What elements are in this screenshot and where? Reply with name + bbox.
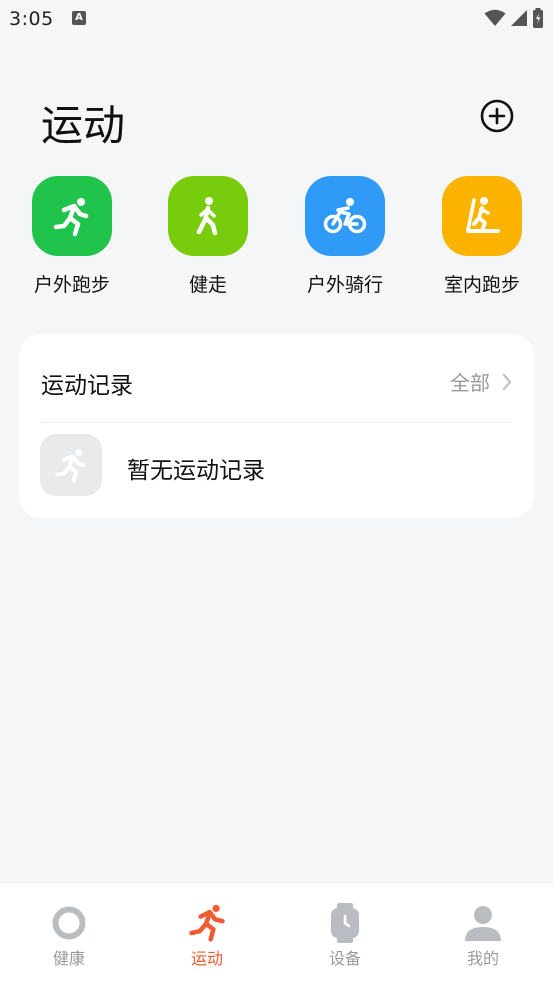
running-icon bbox=[55, 449, 86, 483]
view-all-label: 全部 bbox=[450, 371, 490, 395]
wifi-icon bbox=[484, 9, 506, 26]
view-all-records-link[interactable]: 全部 bbox=[450, 367, 512, 396]
cycling-icon bbox=[323, 198, 367, 234]
status-time: 3:05 bbox=[9, 8, 54, 30]
sport-outdoor-run[interactable]: 户外跑步 bbox=[12, 176, 132, 297]
sport-icon-background bbox=[168, 176, 248, 256]
nav-label: 运动 bbox=[190, 949, 223, 968]
bottom-navigation: 健康 运动 设备 我的 bbox=[0, 882, 553, 984]
running-icon bbox=[187, 903, 227, 943]
sport-icon-background bbox=[442, 176, 522, 256]
sport-walking[interactable]: 健走 bbox=[148, 176, 268, 297]
divider bbox=[41, 422, 512, 423]
add-sport-button[interactable] bbox=[480, 99, 514, 133]
exercise-records-card: 运动记录 全部 暂无运动记录 bbox=[19, 334, 534, 518]
empty-record-icon-background bbox=[40, 434, 102, 496]
nav-tab-sports[interactable]: 运动 bbox=[138, 883, 276, 984]
person-icon bbox=[463, 903, 503, 943]
sports-screen: 3:05 A 运动 户外跑步 健走 户外骑行 室内跑步 运动记录 全部 暂无运动… bbox=[0, 0, 553, 984]
plus-circle-icon bbox=[480, 99, 514, 133]
nav-label: 设备 bbox=[328, 949, 361, 968]
notification-badge: A bbox=[72, 11, 86, 25]
sport-label: 户外跑步 bbox=[33, 274, 110, 296]
sport-label: 户外骑行 bbox=[306, 274, 383, 296]
sport-icon-background bbox=[32, 176, 112, 256]
ring-icon bbox=[49, 903, 89, 943]
chevron-right-icon bbox=[502, 373, 512, 390]
nav-label: 健康 bbox=[52, 949, 85, 968]
sport-label: 健走 bbox=[188, 274, 227, 296]
page-title: 运动 bbox=[41, 101, 126, 150]
cellular-signal-icon bbox=[511, 10, 527, 26]
treadmill-icon bbox=[466, 197, 500, 233]
empty-records-text: 暂无运动记录 bbox=[127, 458, 265, 484]
nav-tab-health[interactable]: 健康 bbox=[0, 883, 138, 984]
sport-icon-background bbox=[305, 176, 385, 256]
sport-indoor-run[interactable]: 室内跑步 bbox=[422, 176, 542, 297]
status-icons bbox=[484, 7, 544, 29]
running-icon bbox=[53, 198, 89, 237]
quick-sports-row: 户外跑步 健走 户外骑行 室内跑步 bbox=[0, 176, 553, 306]
sport-label: 室内跑步 bbox=[443, 274, 520, 296]
nav-label: 我的 bbox=[466, 949, 499, 968]
records-title: 运动记录 bbox=[41, 373, 133, 399]
status-bar: 3:05 A bbox=[0, 0, 553, 38]
nav-tab-profile[interactable]: 我的 bbox=[414, 883, 552, 984]
battery-icon bbox=[533, 8, 543, 28]
watch-icon bbox=[325, 903, 365, 943]
walking-icon bbox=[196, 197, 218, 236]
nav-tab-devices[interactable]: 设备 bbox=[276, 883, 414, 984]
sport-outdoor-cycling[interactable]: 户外骑行 bbox=[285, 176, 405, 297]
